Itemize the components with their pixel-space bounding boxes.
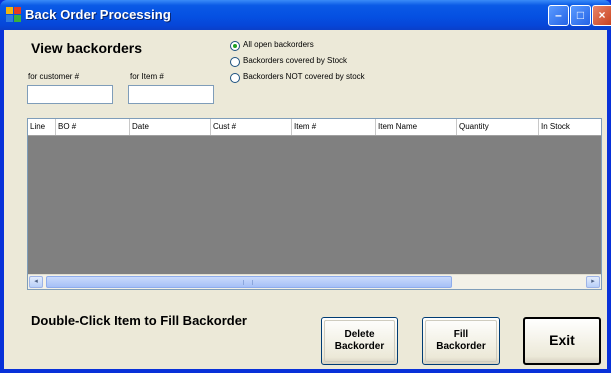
column-header-bo-number[interactable]: BO #	[56, 119, 130, 135]
item-number-label: for Item #	[130, 72, 164, 81]
column-header-in-stock[interactable]: In Stock	[539, 119, 601, 135]
backorders-grid[interactable]: Line BO # Date Cust # Item # Item Name Q…	[27, 118, 602, 290]
column-header-quantity[interactable]: Quantity	[457, 119, 539, 135]
exit-label: Exit	[549, 332, 575, 349]
radio-label: Backorders covered by Stock	[243, 56, 348, 65]
item-number-input[interactable]	[128, 85, 214, 104]
radio-selected-icon	[230, 41, 240, 51]
column-header-item-number[interactable]: Item #	[292, 119, 376, 135]
exit-button[interactable]: Exit	[523, 317, 601, 365]
column-header-date[interactable]: Date	[130, 119, 211, 135]
radio-unselected-icon	[230, 73, 240, 83]
radio-label: All open backorders	[243, 40, 314, 49]
delete-backorder-button[interactable]: Delete Backorder	[321, 317, 398, 365]
column-header-line[interactable]: Line	[28, 119, 56, 135]
minimize-icon[interactable]: –	[548, 5, 569, 26]
window-title: Back Order Processing	[25, 7, 171, 22]
scrollbar-thumb[interactable]	[46, 276, 452, 288]
column-header-cust-number[interactable]: Cust #	[211, 119, 292, 135]
column-header-item-name[interactable]: Item Name	[376, 119, 457, 135]
radio-unselected-icon	[230, 57, 240, 67]
scroll-right-icon[interactable]: ▸	[586, 276, 600, 288]
app-icon	[6, 7, 21, 22]
window-client-area: View backorders for customer # for Item …	[4, 30, 607, 369]
radio-all-open-backorders[interactable]: All open backorders	[230, 40, 430, 53]
radio-label: Backorders NOT covered by stock	[243, 72, 365, 81]
radio-backorders-not-covered-by-stock[interactable]: Backorders NOT covered by stock	[230, 72, 450, 85]
page-title: View backorders	[31, 40, 143, 56]
title-bar[interactable]: Back Order Processing – □ ×	[0, 0, 611, 30]
radio-backorders-covered-by-stock[interactable]: Backorders covered by Stock	[230, 56, 430, 69]
close-icon[interactable]: ×	[592, 5, 611, 26]
fill-backorder-label: Fill Backorder	[436, 328, 486, 353]
app-window: Back Order Processing – □ × View backord…	[0, 0, 611, 373]
scroll-left-icon[interactable]: ◂	[29, 276, 43, 288]
customer-number-label: for customer #	[28, 72, 80, 81]
instruction-text: Double-Click Item to Fill Backorder	[31, 313, 247, 328]
horizontal-scrollbar[interactable]: ◂ ▸	[28, 274, 601, 289]
grid-header: Line BO # Date Cust # Item # Item Name Q…	[28, 119, 601, 136]
customer-number-input[interactable]	[27, 85, 113, 104]
fill-backorder-button[interactable]: Fill Backorder	[422, 317, 500, 365]
maximize-icon[interactable]: □	[570, 5, 591, 26]
delete-backorder-label: Delete Backorder	[334, 328, 385, 353]
